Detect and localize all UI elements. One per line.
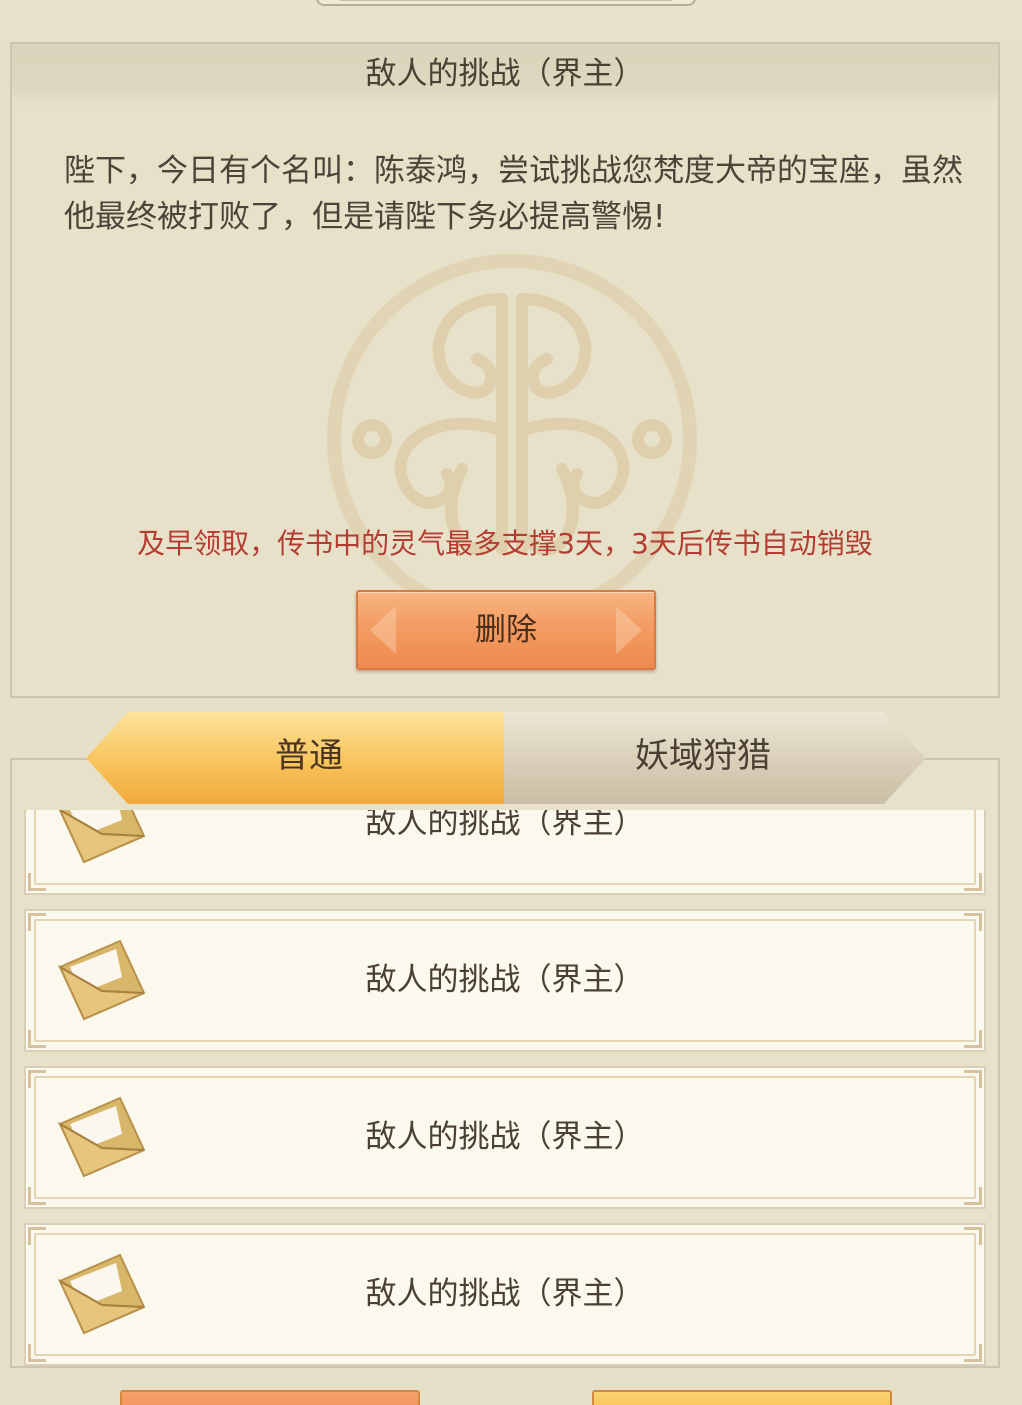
mail-item-title: 敌人的挑战（界主）	[365, 962, 645, 998]
mail-list[interactable]: 敌人的挑战（界主） 敌人的挑战（界主） 敌人的挑战（界主） 敌人的挑战（界主）	[10, 810, 990, 1368]
tab-normal-label: 普通	[275, 736, 343, 776]
mail-item-title: 敌人的挑战（界主）	[365, 1276, 645, 1312]
mail-detail-title: 敌人的挑战（界主）	[12, 44, 998, 106]
top-header-tab	[316, 0, 696, 6]
mail-detail-panel: 敌人的挑战（界主） 陛下，今日有个名叫：陈泰鸿，尝试挑战您梵度大帝的宝座，虽然他…	[10, 42, 1000, 698]
delete-button[interactable]: 删除	[356, 590, 656, 670]
list-item[interactable]: 敌人的挑战（界主）	[24, 909, 986, 1052]
mail-tabs: 普通 妖域狩猎	[86, 712, 926, 804]
expiry-warning: 及早领取，传书中的灵气最多支撑3天，3天后传书自动销毁	[137, 527, 873, 560]
cloud-seal-watermark-icon	[327, 254, 697, 624]
mail-detail-body: 陛下，今日有个名叫：陈泰鸿，尝试挑战您梵度大帝的宝座，虽然他最终被打败了，但是请…	[64, 153, 963, 235]
chevron-right-icon	[616, 606, 642, 654]
chevron-left-icon	[370, 606, 396, 654]
list-item[interactable]: 敌人的挑战（界主）	[24, 810, 986, 895]
tab-demon-hunt-label: 妖域狩猎	[635, 736, 771, 776]
list-item[interactable]: 敌人的挑战（界主）	[24, 1066, 986, 1209]
delete-button-label: 删除	[475, 612, 537, 648]
tab-demon-hunt[interactable]: 妖域狩猎	[504, 712, 926, 804]
top-strip	[0, 0, 1022, 40]
tab-normal[interactable]: 普通	[86, 712, 506, 804]
mail-item-title: 敌人的挑战（界主）	[365, 810, 645, 841]
bottom-left-button[interactable]	[120, 1390, 420, 1405]
bottom-right-button[interactable]	[592, 1390, 892, 1405]
mail-item-title: 敌人的挑战（界主）	[365, 1119, 645, 1155]
list-item[interactable]: 敌人的挑战（界主）	[24, 1223, 986, 1366]
